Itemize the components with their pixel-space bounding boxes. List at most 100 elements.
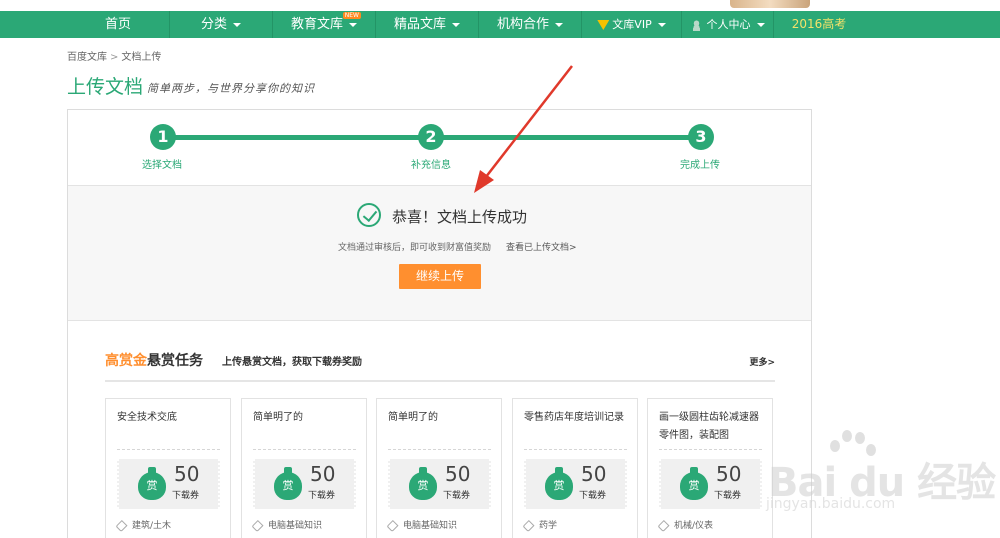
step-circle-3: 3 xyxy=(688,124,714,150)
view-uploaded-link[interactable]: 查看已上传文档> xyxy=(506,240,577,253)
breadcrumb-current: 文档上传 xyxy=(121,52,162,63)
main-nav: 首页 分类 教育文库 NEW 精品文库 机构合作 文库VIP 个人中心 2016… xyxy=(0,11,1000,38)
tag-label: 电脑基础知识 xyxy=(403,521,458,531)
banner-decoration xyxy=(730,0,810,8)
reward-unit: 下载券 xyxy=(443,491,471,501)
reward-title-rest: 悬赏任务 xyxy=(147,353,203,369)
tag-label: 电脑基础知识 xyxy=(268,521,323,531)
breadcrumb-root[interactable]: 百度文库 xyxy=(67,52,107,63)
card-reward-box: 赏 50 下载券 xyxy=(388,459,491,509)
card-title: 画一级圆柱齿轮减速器零件图，装配图 xyxy=(659,412,759,441)
vip-diamond-icon xyxy=(597,20,610,30)
reward-unit: 下载券 xyxy=(172,491,200,501)
nav-label: 2016高考 xyxy=(791,17,847,31)
nav-item-vip[interactable]: 文库VIP xyxy=(582,11,682,38)
card-reward-box: 赏 50 下载券 xyxy=(659,459,762,509)
reward-amount: 50 xyxy=(581,462,607,486)
baidu-jingyan-watermark: Bai du 经验 jingyan.baidu.com xyxy=(760,430,996,530)
bag-label: 赏 xyxy=(545,472,573,500)
bag-label: 赏 xyxy=(409,472,437,500)
card-title: 零售药店年度培训记录 xyxy=(524,412,624,423)
reward-card[interactable]: 简单明了的 赏 50 下载券 电脑基础知识 xyxy=(241,398,367,538)
tag-icon xyxy=(657,519,670,532)
more-link[interactable]: 更多> xyxy=(749,355,775,368)
annotation-arrow xyxy=(474,65,573,193)
reward-amount: 50 xyxy=(174,462,200,486)
arrow-shaft xyxy=(481,65,573,183)
page: 首页 分类 教育文库 NEW 精品文库 机构合作 文库VIP 个人中心 2016… xyxy=(0,0,1000,538)
reward-title-highlight: 高赏金 xyxy=(105,353,147,369)
user-icon xyxy=(690,19,702,31)
watermark-url: jingyan.baidu.com xyxy=(766,496,896,512)
card-title: 安全技术交底 xyxy=(117,412,177,423)
caret-down-icon xyxy=(233,22,241,27)
nav-item-partner[interactable]: 机构合作 xyxy=(479,11,582,38)
caret-down-icon xyxy=(756,23,765,27)
step-label-1: 选择文档 xyxy=(142,160,182,171)
bag-label: 赏 xyxy=(138,472,166,500)
card-divider xyxy=(388,449,491,450)
step-label-2: 补充信息 xyxy=(411,160,451,171)
tag-label: 建筑/土木 xyxy=(132,521,172,531)
money-bag-icon: 赏 xyxy=(274,467,302,500)
reward-card[interactable]: 简单明了的 赏 50 下载券 电脑基础知识 xyxy=(376,398,502,538)
reward-subtitle: 上传悬赏文档，获取下载券奖励 xyxy=(222,357,362,368)
nav-item-user-center[interactable]: 个人中心 xyxy=(682,11,774,38)
continue-upload-button[interactable]: 继续上传 xyxy=(399,264,481,289)
nav-label: 首页 xyxy=(104,17,131,32)
tag-icon xyxy=(386,519,399,532)
nav-item-gaokao[interactable]: 2016高考 xyxy=(774,11,864,38)
nav-item-category[interactable]: 分类 xyxy=(170,11,273,38)
page-title: 上传文档 xyxy=(67,76,144,98)
new-badge: NEW xyxy=(342,12,361,19)
tag-icon xyxy=(115,519,128,532)
reward-unit: 下载券 xyxy=(308,491,336,501)
step-circle-1: 1 xyxy=(150,124,176,150)
money-bag-icon: 赏 xyxy=(680,467,708,500)
nav-item-home[interactable]: 首页 xyxy=(67,11,170,38)
upload-panel: 1 2 3 选择文档 补充信息 完成上传 恭喜！文档上传成功 文档通过审核后，即… xyxy=(67,109,812,538)
breadcrumb: 百度文库 > 文档上传 xyxy=(67,48,161,63)
money-bag-icon: 赏 xyxy=(409,467,437,500)
bag-label: 赏 xyxy=(680,472,708,500)
success-message-area: 恭喜！文档上传成功 文档通过审核后，即可收到财富值奖励 查看已上传文档> 继续上… xyxy=(68,185,811,321)
breadcrumb-separator: > xyxy=(110,52,119,63)
reward-cards: 安全技术交底 赏 50 下载券 建筑/土木 简单明了的 赏 50 下载券 电脑基… xyxy=(105,398,785,538)
card-reward-box: 赏 50 下载券 xyxy=(117,459,220,509)
tag-icon xyxy=(522,519,535,532)
caret-down-icon xyxy=(555,22,563,27)
money-bag-icon: 赏 xyxy=(138,467,166,500)
reward-unit: 下载券 xyxy=(714,491,742,501)
progress-steps: 1 2 3 选择文档 补充信息 完成上传 xyxy=(68,110,811,185)
nav-label: 机构合作 xyxy=(496,17,549,32)
reward-section-header: 高赏金悬赏任务 上传悬赏文档，获取下载券奖励 更多> xyxy=(105,350,775,382)
step-label-3: 完成上传 xyxy=(680,160,720,171)
nav-label: 教育文库 xyxy=(290,17,343,32)
reward-card[interactable]: 安全技术交底 赏 50 下载券 建筑/土木 xyxy=(105,398,231,538)
card-tag: 建筑/土木 xyxy=(115,518,172,532)
page-subtitle: 简单两步，与世界分享你的知识 xyxy=(147,82,315,95)
nav-item-premium[interactable]: 精品文库 xyxy=(376,11,479,38)
card-tag: 机械/仪表 xyxy=(657,518,713,532)
reward-unit: 下载券 xyxy=(579,491,607,501)
nav-item-education[interactable]: 教育文库 NEW xyxy=(273,11,376,38)
reward-card[interactable]: 零售药店年度培训记录 赏 50 下载券 药学 xyxy=(512,398,638,538)
card-divider xyxy=(524,449,627,450)
success-title: 恭喜！文档上传成功 xyxy=(392,208,528,226)
nav-label: 分类 xyxy=(200,17,227,32)
money-bag-icon: 赏 xyxy=(545,467,573,500)
top-strip xyxy=(0,0,1000,11)
card-reward-box: 赏 50 下载券 xyxy=(253,459,356,509)
reward-amount: 50 xyxy=(716,462,742,486)
card-title: 简单明了的 xyxy=(253,412,303,423)
card-divider xyxy=(117,449,220,450)
step-circle-2: 2 xyxy=(418,124,444,150)
nav-label: 精品文库 xyxy=(393,17,446,32)
tag-icon xyxy=(251,519,264,532)
nav-items: 首页 分类 教育文库 NEW 精品文库 机构合作 文库VIP 个人中心 2016… xyxy=(67,11,864,38)
caret-down-icon xyxy=(657,23,666,27)
reward-title: 高赏金悬赏任务 xyxy=(105,350,203,370)
check-circle-icon xyxy=(357,203,381,227)
card-divider xyxy=(659,449,762,450)
reward-card[interactable]: 画一级圆柱齿轮减速器零件图，装配图 赏 50 下载券 机械/仪表 xyxy=(647,398,773,538)
